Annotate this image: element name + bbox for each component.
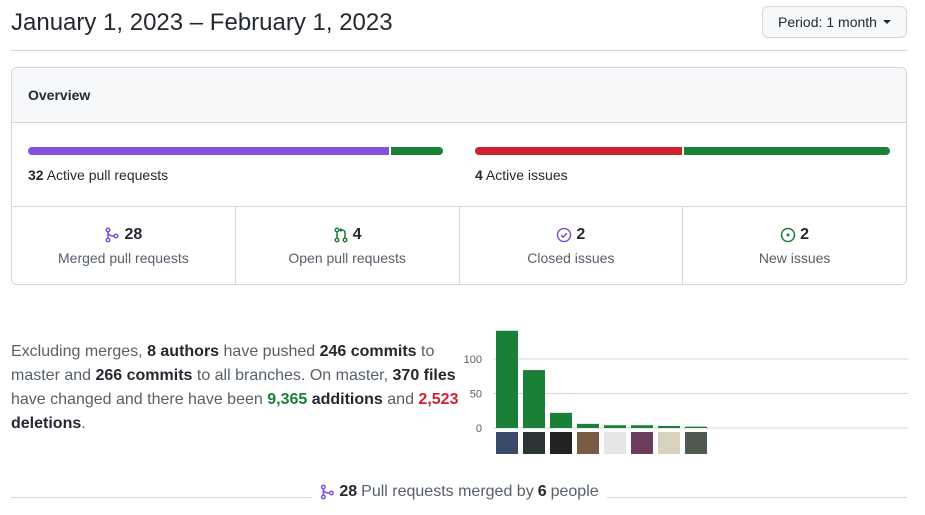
- merged-pr-count: 28: [339, 483, 358, 500]
- closed-count: 2: [576, 226, 586, 243]
- git-merge-icon: [105, 227, 120, 243]
- commits-all-link[interactable]: 266 commits: [95, 367, 192, 384]
- author-avatar[interactable]: [631, 432, 653, 454]
- active-pull-requests-label: 32 Active pull requests: [28, 167, 169, 183]
- period-value: 1 month: [826, 14, 877, 30]
- overview-title: Overview: [12, 68, 906, 123]
- commit-bar[interactable]: [631, 425, 653, 428]
- author-avatar[interactable]: [658, 432, 680, 454]
- y-tick-label: 0: [476, 423, 482, 435]
- author-avatar[interactable]: [604, 432, 626, 454]
- new-issues-stat[interactable]: 2 New issues: [683, 207, 906, 284]
- author-avatar[interactable]: [685, 432, 707, 454]
- commit-summary: Excluding merges, 8 authors have pushed …: [11, 343, 459, 432]
- deletions-word: deletions: [11, 415, 82, 432]
- pr-progress: [28, 147, 443, 155]
- pull-requests-merged-summary: 28 Pull requests merged by 6 people: [11, 478, 907, 508]
- files-changed-link[interactable]: 370 files: [393, 367, 456, 384]
- new-label: New issues: [758, 250, 831, 266]
- merged-segment: [28, 147, 390, 155]
- commits-master-link[interactable]: 246 commits: [320, 343, 417, 360]
- open-segment: [391, 147, 443, 155]
- open-label: Open pull requests: [288, 250, 406, 266]
- closed-segment: [475, 147, 682, 155]
- people-count: 6: [537, 483, 547, 500]
- pull-requests-bar[interactable]: 32 Active pull requests: [28, 147, 443, 183]
- additions-word: additions: [307, 391, 383, 408]
- author-avatar[interactable]: [550, 432, 572, 454]
- issue-opened-icon: [780, 227, 796, 243]
- author-avatar[interactable]: [523, 432, 545, 454]
- activity-bars: 32 Active pull requests 4 Active issues: [12, 123, 906, 207]
- merged-count: 28: [124, 226, 143, 243]
- commit-bar[interactable]: [550, 412, 572, 428]
- caret-down-icon: [882, 20, 891, 24]
- deletions-count: 2,523: [418, 391, 459, 408]
- commit-bar[interactable]: [496, 330, 518, 428]
- stats-row: 28 Merged pull requests 4 Open pull requ…: [12, 207, 906, 284]
- commit-bar[interactable]: [685, 426, 707, 428]
- overview-panel: Overview 32 Active pull requests 4 Activ…: [11, 67, 907, 285]
- active-issues-label: 4 Active issues: [475, 167, 568, 183]
- page-header: January 1, 2023 – February 1, 2023 Perio…: [11, 0, 907, 51]
- merged-pull-requests-stat[interactable]: 28 Merged pull requests: [12, 207, 236, 284]
- git-pull-request-icon: [334, 227, 348, 243]
- new-count: 2: [800, 226, 810, 243]
- merged-label: Merged pull requests: [58, 250, 189, 266]
- author-avatar[interactable]: [496, 432, 518, 454]
- closed-issues-stat[interactable]: 2 Closed issues: [460, 207, 684, 284]
- closed-label: Closed issues: [527, 250, 615, 266]
- git-merge-icon: [320, 484, 334, 500]
- y-tick-label: 100: [464, 354, 482, 366]
- period-dropdown-button[interactable]: Period: 1 month: [762, 6, 907, 38]
- commit-bar[interactable]: [604, 425, 626, 428]
- commit-bar[interactable]: [577, 423, 599, 428]
- period-prefix: Period:: [778, 14, 823, 30]
- commit-bar[interactable]: [658, 425, 680, 428]
- page-title: January 1, 2023 – February 1, 2023: [11, 9, 393, 36]
- commit-bar[interactable]: [523, 370, 545, 428]
- issues-progress: [475, 147, 890, 155]
- author-avatar[interactable]: [577, 432, 599, 454]
- issues-bar[interactable]: 4 Active issues: [475, 147, 890, 183]
- commits-by-author-chart: 0 50 100: [464, 330, 908, 454]
- y-tick-label: 50: [470, 389, 482, 401]
- authors-link[interactable]: 8 authors: [147, 343, 219, 360]
- additions-count: 9,365: [267, 391, 308, 408]
- new-segment: [683, 147, 890, 155]
- open-count: 4: [352, 226, 362, 243]
- issue-closed-icon: [557, 227, 572, 243]
- open-pull-requests-stat[interactable]: 4 Open pull requests: [236, 207, 460, 284]
